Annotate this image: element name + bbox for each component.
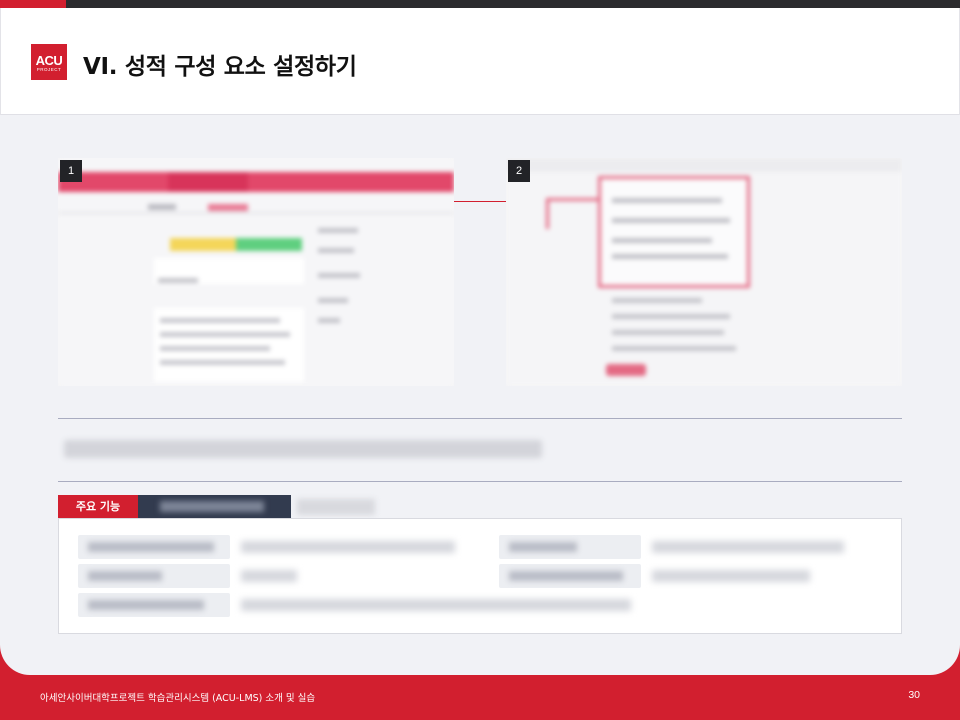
features-panel bbox=[58, 518, 902, 634]
slide-header: ACU PROJECT VI. 성적 구성 요소 설정하기 bbox=[0, 8, 960, 115]
screenshot-2-content bbox=[506, 158, 902, 386]
feature-value bbox=[241, 570, 297, 582]
tab-secondary-label-blurred bbox=[160, 501, 264, 512]
acu-logo: ACU PROJECT bbox=[31, 44, 67, 80]
divider-top bbox=[58, 418, 902, 419]
logo-text: ACU bbox=[35, 53, 63, 68]
feature-label bbox=[499, 564, 641, 588]
screenshot-1: 1 bbox=[58, 158, 454, 386]
tab-key-features[interactable]: 주요 기능 bbox=[58, 495, 138, 518]
feature-value bbox=[652, 570, 810, 582]
screenshot-1-content bbox=[58, 158, 454, 386]
footer-text: 아세안사이버대학프로젝트 학습관리시스템 (ACU-LMS) 소개 및 실습 bbox=[40, 693, 316, 704]
connector-line bbox=[454, 201, 506, 202]
page-title: VI. 성적 구성 요소 설정하기 bbox=[83, 54, 357, 80]
bottom-curve-inner bbox=[0, 640, 960, 675]
feature-label bbox=[78, 564, 230, 588]
page-number: 30 bbox=[908, 689, 920, 701]
feature-value bbox=[652, 541, 844, 553]
bottom-curve bbox=[0, 640, 960, 680]
description-text-blurred bbox=[64, 440, 542, 458]
feature-label bbox=[78, 535, 230, 559]
feature-label bbox=[499, 535, 641, 559]
screenshot-2: 2 bbox=[506, 158, 902, 386]
step-badge-1: 1 bbox=[60, 160, 82, 182]
divider-bottom bbox=[58, 481, 902, 482]
top-bar bbox=[0, 0, 960, 8]
tab-tertiary-blurred[interactable] bbox=[297, 499, 375, 515]
tab-secondary[interactable] bbox=[138, 495, 291, 518]
step-badge-2: 2 bbox=[508, 160, 530, 182]
footer-bar: 아세안사이버대학프로젝트 학습관리시스템 (ACU-LMS) 소개 및 실습 3… bbox=[0, 675, 960, 720]
feature-label bbox=[78, 593, 230, 617]
feature-value bbox=[241, 599, 631, 611]
top-bar-accent bbox=[0, 0, 66, 8]
feature-value bbox=[241, 541, 455, 553]
